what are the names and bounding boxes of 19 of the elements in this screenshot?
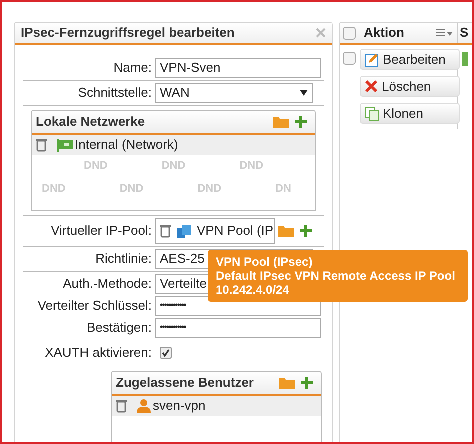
list-title: Zugelassene Benutzer [116, 374, 254, 392]
field-label: Name: [112, 59, 153, 78]
field-label: XAUTH aktivieren: [44, 344, 153, 362]
tooltip-line: 10.242.4.0/24 [216, 283, 290, 297]
field-label: Richtlinie: [94, 250, 153, 268]
field-label: Auth.-Methode: [62, 275, 153, 294]
dialog-title: IPsec-Fernzugriffsregel bearbeiten [21, 24, 235, 42]
pool-name: VPN Pool (IP: [197, 222, 274, 240]
field-label: Verteilter Schlüssel: [36, 297, 153, 316]
column-header: Aktion [364, 24, 406, 42]
field-label: Virtueller IP-Pool: [50, 222, 153, 240]
tooltip-line: VPN Pool (IPsec) [216, 255, 314, 269]
item-label: sven-vpn [153, 396, 206, 415]
list-title: Lokale Netzwerke [36, 113, 146, 132]
field-label: Bestätigen: [86, 319, 153, 338]
field-label: Schnittstelle: [77, 84, 153, 102]
column-header: S [459, 24, 469, 42]
tooltip-line: Default IPsec VPN Remote Access IP Pool [216, 269, 456, 283]
item-label: Internal (Network) [75, 136, 178, 154]
